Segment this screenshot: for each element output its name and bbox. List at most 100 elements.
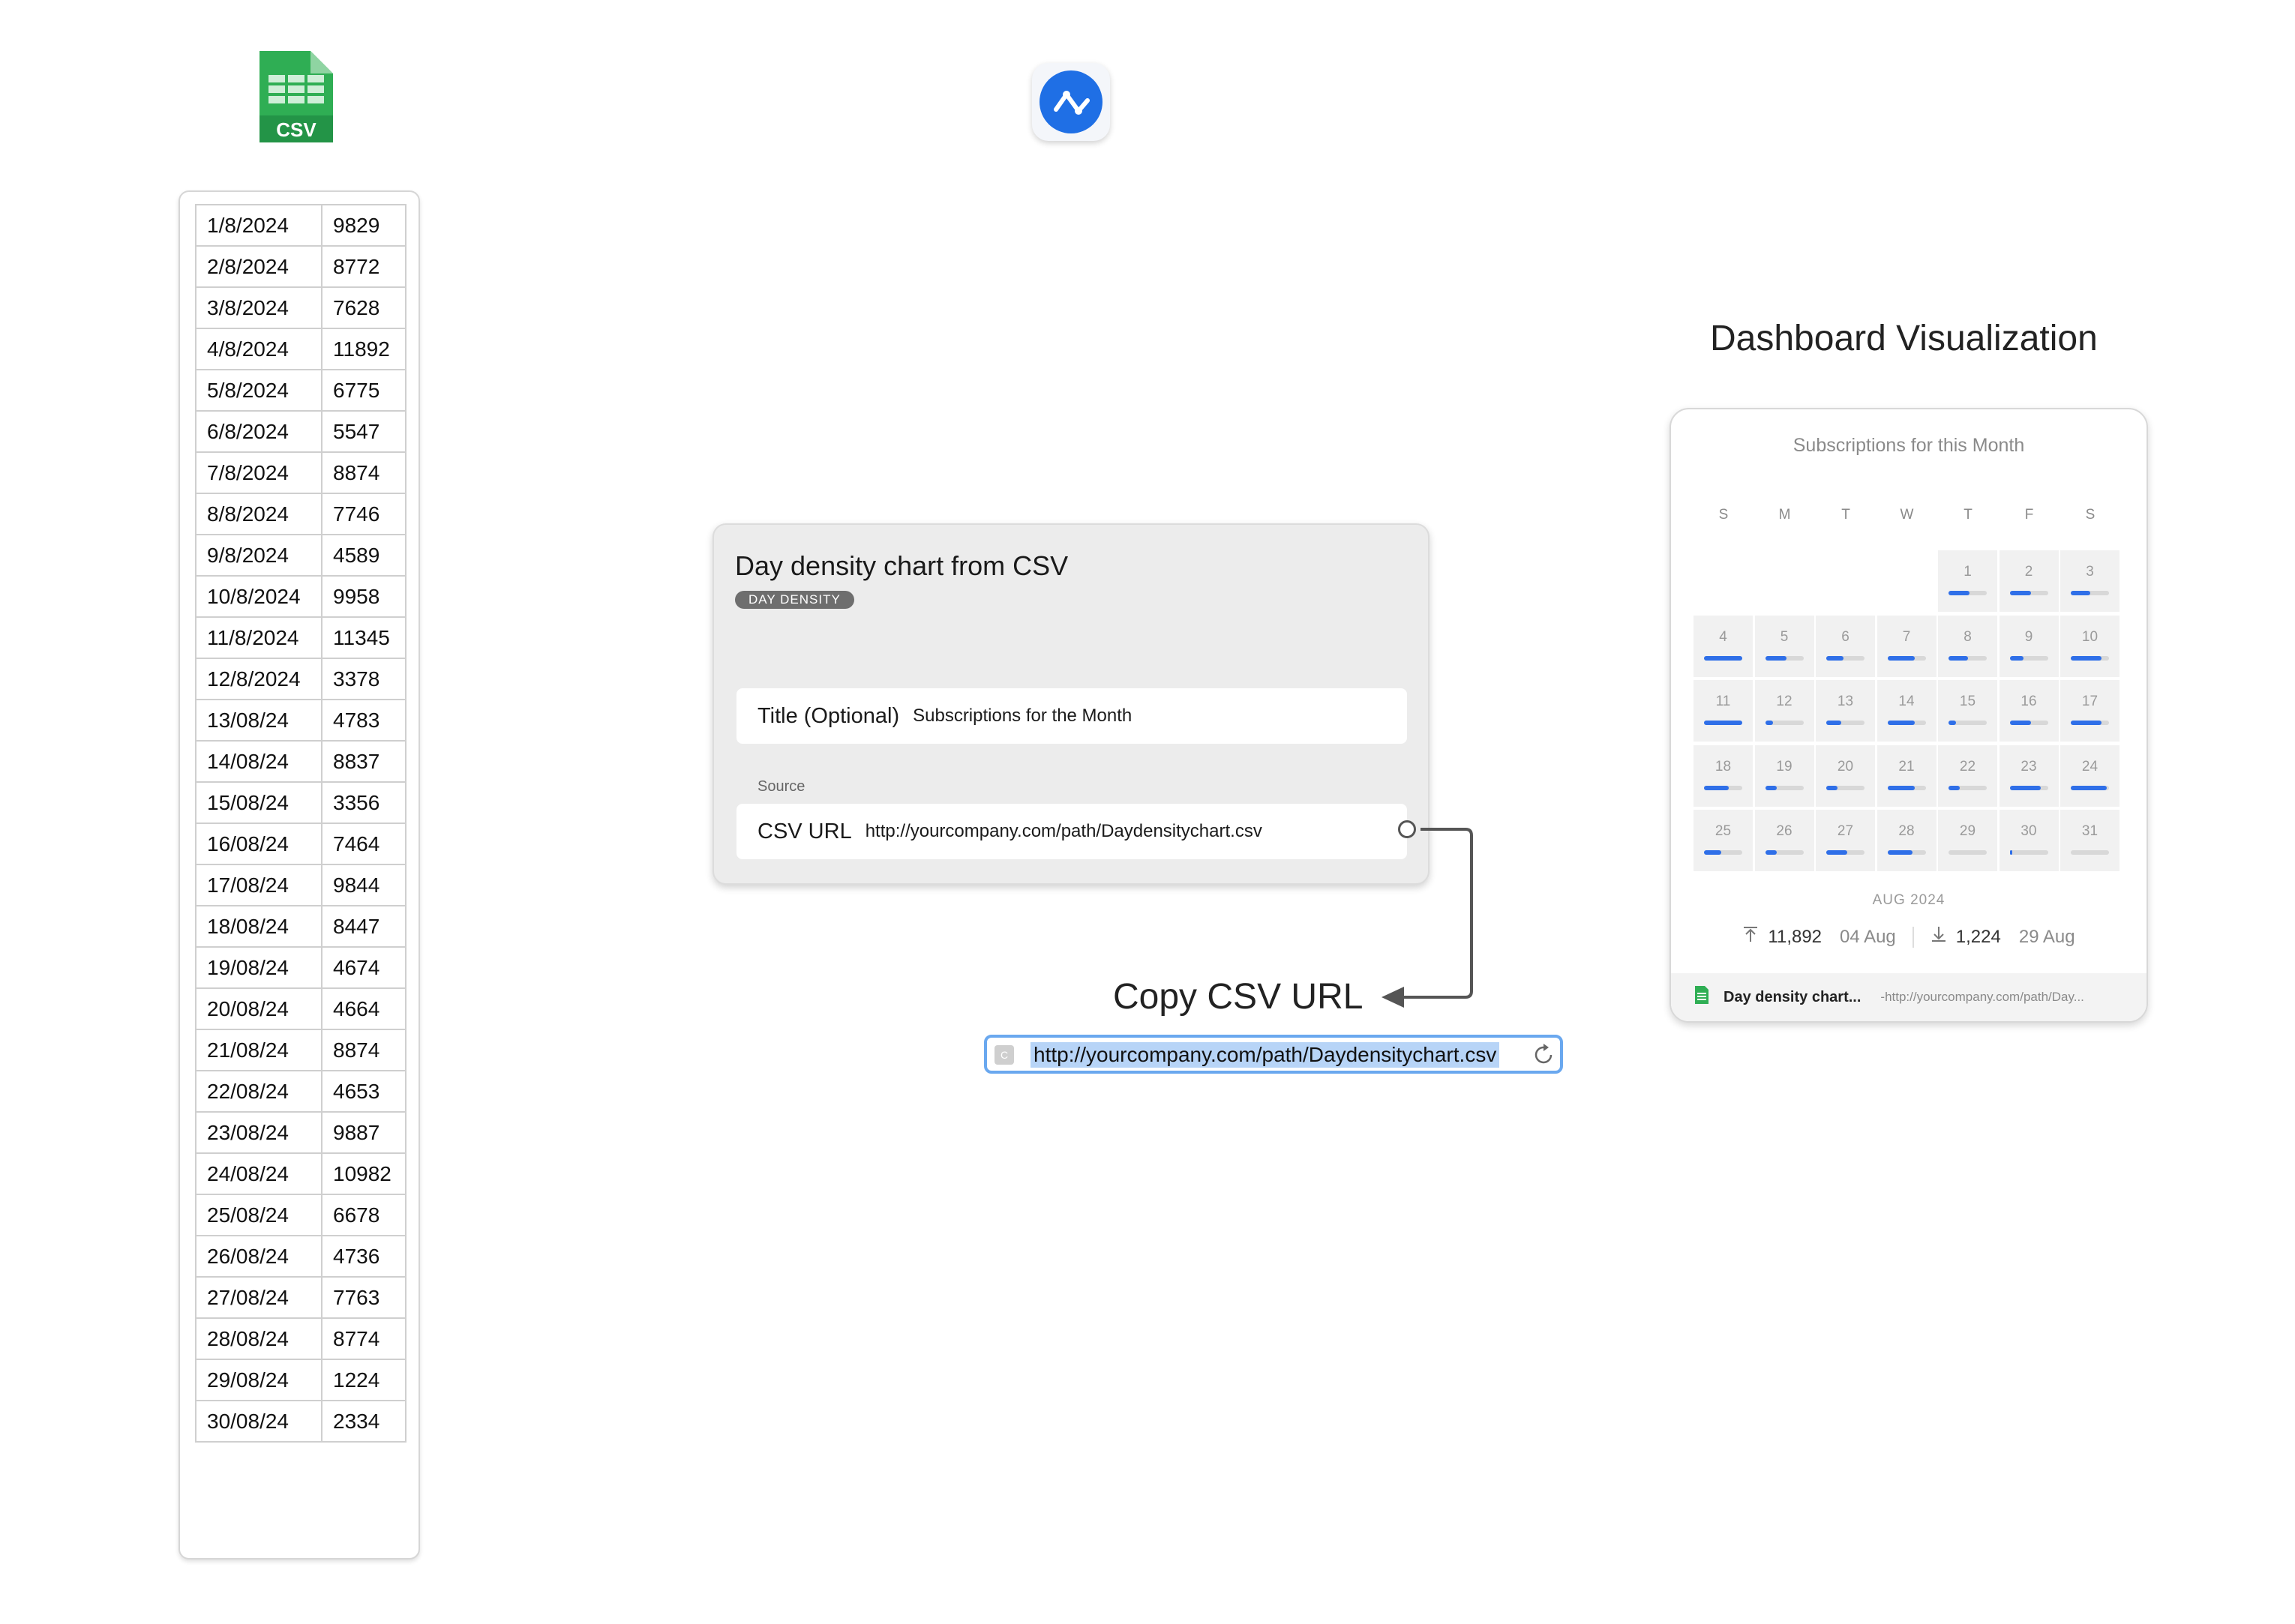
date-cell: 20/08/24 bbox=[195, 987, 322, 1030]
date-cell: 5/8/2024 bbox=[195, 369, 322, 412]
day-cell[interactable]: 25 bbox=[1694, 810, 1753, 871]
day-cell[interactable]: 5 bbox=[1754, 615, 1814, 677]
csv-url-field-value[interactable]: http://yourcompany.com/path/Daydensitych… bbox=[866, 821, 1262, 842]
day-cell[interactable]: 21 bbox=[1876, 745, 1936, 807]
density-bar-track bbox=[2071, 850, 2109, 855]
table-row: 21/08/24 8874 bbox=[195, 1029, 406, 1071]
date-cell: 3/8/2024 bbox=[195, 286, 322, 329]
title-field-value[interactable]: Subscriptions for the Month bbox=[913, 706, 1132, 727]
table-row: 13/08/24 4783 bbox=[195, 699, 406, 742]
value-cell: 11892 bbox=[321, 328, 406, 370]
table-row: 1/8/2024 9829 bbox=[195, 204, 406, 247]
day-cell[interactable]: 17 bbox=[2060, 680, 2120, 742]
date-cell: 11/8/2024 bbox=[195, 616, 322, 659]
csv-url-field[interactable]: CSV URL http://yourcompany.com/path/Dayd… bbox=[736, 804, 1407, 859]
day-cell[interactable]: 31 bbox=[2060, 810, 2120, 871]
date-cell: 13/08/24 bbox=[195, 699, 322, 742]
day-cell[interactable]: 14 bbox=[1876, 680, 1936, 742]
date-cell: 9/8/2024 bbox=[195, 534, 322, 577]
day-number: 11 bbox=[1715, 694, 1731, 709]
day-cell[interactable]: 20 bbox=[1816, 745, 1875, 807]
max-value: 11,892 bbox=[1768, 926, 1822, 947]
table-row: 9/8/2024 4589 bbox=[195, 534, 406, 577]
value-cell: 1224 bbox=[321, 1359, 406, 1401]
density-bar-track bbox=[1704, 721, 1742, 725]
stats-divider bbox=[1912, 926, 1914, 948]
day-cell[interactable]: 9 bbox=[1999, 615, 2059, 677]
density-bar-fill bbox=[2009, 655, 2024, 661]
value-cell: 8874 bbox=[321, 1029, 406, 1071]
day-cell[interactable]: 28 bbox=[1876, 810, 1936, 871]
density-bar-fill bbox=[1704, 850, 1721, 855]
density-bar-track bbox=[1887, 785, 1926, 790]
date-cell: 10/8/2024 bbox=[195, 575, 322, 618]
reload-icon[interactable] bbox=[1533, 1042, 1556, 1068]
weekday-label: M bbox=[1778, 507, 1791, 523]
day-cell[interactable]: 16 bbox=[1999, 680, 2059, 742]
day-cell[interactable]: 27 bbox=[1816, 810, 1875, 871]
day-cell[interactable]: 30 bbox=[1999, 810, 2059, 871]
day-number: 27 bbox=[1837, 823, 1854, 839]
table-row: 16/08/24 7464 bbox=[195, 822, 406, 865]
table-row: 12/8/2024 3378 bbox=[195, 658, 406, 700]
day-cell[interactable]: 3 bbox=[2060, 550, 2120, 612]
density-bar-track bbox=[2009, 591, 2048, 595]
weekday-label: T bbox=[1964, 507, 1972, 523]
density-bar-track bbox=[1887, 655, 1926, 661]
day-number: 17 bbox=[2081, 694, 2098, 709]
value-cell: 8837 bbox=[321, 740, 406, 783]
min-value: 1,224 bbox=[1955, 926, 2001, 947]
day-cell[interactable]: 26 bbox=[1754, 810, 1814, 871]
density-bar-track bbox=[1887, 721, 1926, 725]
day-cell[interactable]: 4 bbox=[1694, 615, 1753, 677]
value-cell: 9844 bbox=[321, 864, 406, 906]
day-cell[interactable]: 6 bbox=[1816, 615, 1875, 677]
value-cell: 6678 bbox=[321, 1194, 406, 1236]
day-number: 13 bbox=[1837, 694, 1854, 709]
day-cell[interactable]: 7 bbox=[1876, 615, 1936, 677]
day-cell[interactable]: 15 bbox=[1938, 680, 1997, 742]
day-cell[interactable]: 8 bbox=[1938, 615, 1997, 677]
density-bar-fill bbox=[1826, 850, 1847, 855]
day-cell[interactable]: 12 bbox=[1754, 680, 1814, 742]
date-cell: 7/8/2024 bbox=[195, 451, 322, 494]
day-cell[interactable]: 22 bbox=[1938, 745, 1997, 807]
day-cell[interactable]: 19 bbox=[1754, 745, 1814, 807]
widget-type-badge: DAY DENSITY bbox=[735, 591, 854, 609]
widget-footer[interactable]: Day density chart... -http://yourcompany… bbox=[1671, 973, 2146, 1021]
value-cell: 6775 bbox=[321, 369, 406, 412]
day-cell[interactable]: 2 bbox=[1999, 550, 2059, 612]
value-cell: 3378 bbox=[321, 658, 406, 700]
day-cell[interactable]: 1 bbox=[1938, 550, 1997, 612]
dashboard-widget[interactable]: Subscriptions for this Month SMTWTFS 123… bbox=[1670, 408, 2148, 1023]
title-field[interactable]: Title (Optional) Subscriptions for the M… bbox=[736, 688, 1407, 744]
day-cell[interactable]: 23 bbox=[1999, 745, 2059, 807]
weekday-label: W bbox=[1900, 507, 1914, 523]
date-cell: 29/08/24 bbox=[195, 1359, 322, 1401]
density-bar-fill bbox=[2071, 655, 2102, 661]
weekday-label: S bbox=[2085, 507, 2096, 523]
day-cell[interactable]: 29 bbox=[1938, 810, 1997, 871]
day-cell[interactable]: 18 bbox=[1694, 745, 1753, 807]
browser-address-bar[interactable]: C http://yourcompany.com/path/Daydensity… bbox=[984, 1035, 1563, 1074]
sheet-file-icon bbox=[1694, 984, 1710, 1010]
day-number: 31 bbox=[2081, 823, 2098, 839]
day-number: 20 bbox=[1837, 758, 1854, 775]
density-bar-track bbox=[1948, 721, 1987, 725]
day-cell[interactable]: 10 bbox=[2060, 615, 2120, 677]
table-row: 29/08/24 1224 bbox=[195, 1359, 406, 1401]
connector-handle[interactable] bbox=[1398, 820, 1416, 838]
table-row: 2/8/2024 8772 bbox=[195, 245, 406, 288]
value-cell: 8772 bbox=[321, 245, 406, 288]
value-cell: 4783 bbox=[321, 699, 406, 742]
density-bar-track bbox=[1826, 785, 1864, 790]
day-cell[interactable]: 24 bbox=[2060, 745, 2120, 807]
day-cell[interactable]: 11 bbox=[1694, 680, 1753, 742]
address-bar-url[interactable]: http://yourcompany.com/path/Daydensitych… bbox=[1030, 1042, 1500, 1068]
density-bar-track bbox=[2071, 591, 2109, 595]
day-number: 6 bbox=[1841, 628, 1850, 645]
density-bar-fill bbox=[1704, 785, 1729, 790]
widget-editor-card: Day density chart from CSV DAY DENSITY T… bbox=[712, 523, 1430, 885]
day-cell[interactable]: 13 bbox=[1816, 680, 1875, 742]
table-row: 26/08/24 4736 bbox=[195, 1235, 406, 1278]
